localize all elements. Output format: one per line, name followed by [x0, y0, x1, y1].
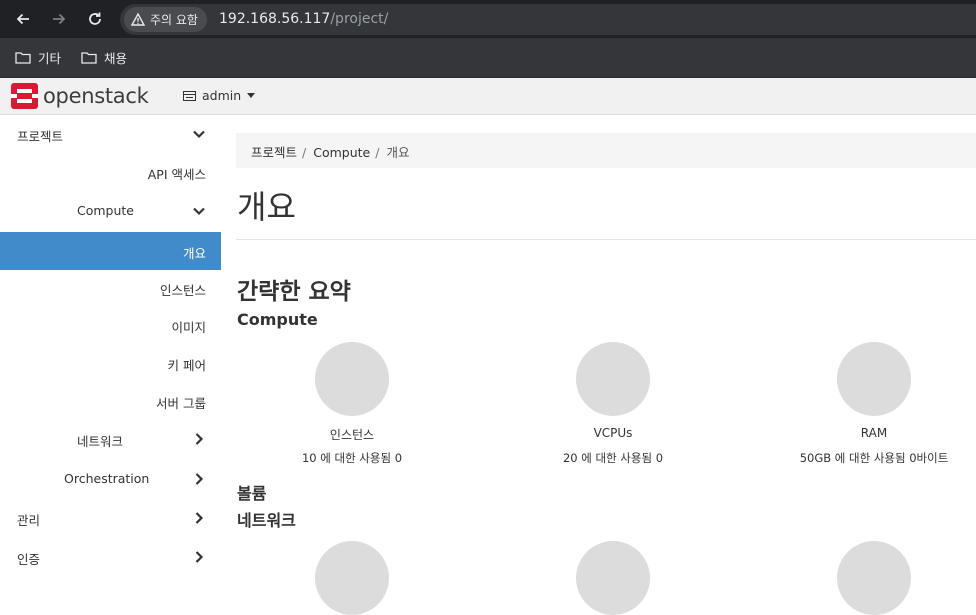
chevron-right-icon	[195, 551, 204, 563]
sidebar-item-label: 프로젝트	[17, 129, 64, 144]
network-usage-pie	[576, 541, 650, 615]
project-selector[interactable]: admin	[183, 88, 256, 103]
sidebar-item-label: 이미지	[171, 320, 206, 335]
ram-usage-title: RAM	[860, 426, 888, 440]
sidebar-item-label: 키 페어	[167, 358, 206, 373]
chevron-right-icon	[195, 433, 204, 445]
sidebar-item-project[interactable]: 프로젝트	[0, 115, 221, 153]
chevron-down-icon	[193, 130, 205, 139]
sidebar-item-label: Orchestration	[64, 471, 150, 486]
warning-icon	[131, 13, 145, 26]
forward-button[interactable]	[47, 7, 71, 31]
breadcrumb: 프로젝트 / Compute / 개요	[236, 133, 976, 168]
breadcrumb-separator: /	[375, 145, 380, 160]
chevron-right-icon	[195, 512, 204, 524]
openstack-logo-icon	[11, 83, 38, 109]
folder-icon	[15, 52, 31, 64]
network-heading: 네트워크	[237, 511, 296, 530]
bookmark-folder-etc[interactable]: 기타	[15, 48, 61, 67]
folder-icon	[81, 52, 97, 64]
volume-heading: 볼륨	[237, 484, 267, 503]
breadcrumb-separator: /	[302, 145, 307, 160]
url-path: /project/	[330, 11, 389, 27]
project-icon	[183, 90, 196, 101]
back-button[interactable]	[11, 7, 35, 31]
url-host: 192.168.56.117	[219, 11, 331, 27]
breadcrumb-item-current: 개요	[386, 145, 410, 160]
sidebar-item-overview[interactable]: 개요	[0, 232, 221, 270]
vcpus-usage-pie	[576, 342, 650, 416]
instances-usage-title: 인스턴스	[329, 428, 375, 442]
chevron-right-icon	[195, 473, 204, 485]
sidebar-item-api-access[interactable]: API 액세스	[0, 153, 221, 191]
sidebar-item-compute[interactable]: Compute	[0, 192, 221, 230]
brand-name: openstack	[43, 84, 149, 108]
instances-usage-text: 10 에 대한 사용됨 0	[301, 451, 403, 465]
ram-usage-pie	[837, 342, 911, 416]
sidebar-item-orchestration[interactable]: Orchestration	[0, 460, 221, 498]
security-chip[interactable]: 주의 요함	[124, 7, 207, 32]
caret-down-icon	[247, 93, 256, 98]
reload-button[interactable]	[83, 7, 107, 31]
sidebar-item-label: 서버 그룹	[156, 396, 206, 411]
network-usage-pie	[837, 541, 911, 615]
openstack-logo[interactable]: openstack	[11, 83, 149, 109]
bookmarks-bar: 기타 채용	[0, 38, 976, 78]
bookmark-label: 기타	[38, 51, 62, 66]
sidebar-item-label: 관리	[17, 513, 41, 528]
bookmark-label: 채용	[104, 51, 128, 66]
sidebar-item-network[interactable]: 네트워크	[0, 420, 221, 458]
sidebar-item-label: 개요	[182, 246, 206, 261]
sidebar-item-images[interactable]: 이미지	[0, 306, 221, 344]
compute-heading: Compute	[237, 310, 318, 329]
summary-heading: 간략한 요약	[237, 279, 351, 305]
sidebar-item-identity[interactable]: 인증	[0, 538, 221, 576]
sidebar: 프로젝트 API 액세스 Compute 개요 인스턴스 이미지 키 페어 서버…	[0, 115, 221, 585]
sidebar-item-label: API 액세스	[147, 167, 206, 182]
url-text[interactable]: 192.168.56.117/project/	[219, 11, 388, 27]
chevron-down-icon	[193, 207, 205, 216]
reload-icon	[89, 12, 101, 25]
breadcrumb-item-compute[interactable]: Compute	[313, 145, 370, 160]
bookmark-folder-jobs[interactable]: 채용	[81, 48, 127, 67]
page-title: 개요	[237, 188, 296, 226]
project-name: admin	[202, 88, 242, 103]
vcpus-usage-title: VCPUs	[593, 426, 633, 440]
ram-usage-text: 50GB 에 대한 사용됨 0바이트	[799, 451, 949, 465]
sidebar-item-admin[interactable]: 관리	[0, 499, 221, 537]
sidebar-item-server-groups[interactable]: 서버 그룹	[0, 382, 221, 420]
sidebar-item-label: 인스턴스	[159, 283, 206, 298]
instances-usage-pie	[315, 342, 389, 416]
sidebar-item-key-pairs[interactable]: 키 페어	[0, 344, 221, 382]
network-usage-pie	[315, 541, 389, 615]
security-chip-label: 주의 요함	[150, 13, 198, 27]
app-header: openstack admin	[0, 78, 976, 115]
sidebar-item-instances[interactable]: 인스턴스	[0, 269, 221, 307]
arrow-left-icon	[16, 13, 29, 25]
arrow-right-icon	[53, 13, 66, 25]
breadcrumb-item-project[interactable]: 프로젝트	[251, 145, 297, 160]
sidebar-item-label: 인증	[17, 552, 41, 567]
browser-toolbar: 주의 요함 192.168.56.117/project/	[0, 0, 976, 38]
sidebar-item-label: Compute	[77, 203, 135, 218]
sidebar-item-label: 네트워크	[77, 434, 124, 449]
vcpus-usage-text: 20 에 대한 사용됨 0	[562, 451, 664, 465]
divider	[236, 239, 976, 240]
